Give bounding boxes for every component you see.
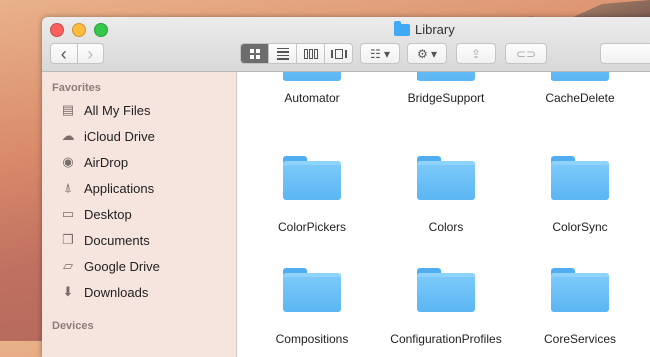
folder-item-configurationprofiles[interactable]: ConfigurationProfiles bbox=[386, 268, 506, 346]
share-icon: ⇪ bbox=[470, 46, 482, 61]
folder-icon bbox=[283, 72, 341, 84]
gear-icon: ⚙ ▾ bbox=[416, 46, 438, 61]
folder-icon bbox=[551, 72, 609, 84]
chevron-right-icon: › bbox=[87, 43, 94, 64]
column-view-button[interactable] bbox=[296, 44, 324, 63]
arrange-button[interactable]: ☷ ▾ bbox=[360, 43, 400, 64]
grid-icon bbox=[249, 48, 260, 59]
folder-name: ColorPickers bbox=[277, 220, 346, 234]
folder-icon bbox=[551, 268, 609, 312]
list-view-button[interactable] bbox=[268, 44, 296, 63]
folder-icon bbox=[551, 156, 609, 200]
desktop-icon: ▭ bbox=[61, 206, 75, 221]
sidebar-item-label: All My Files bbox=[84, 102, 151, 118]
downloads-icon: ⬇ bbox=[62, 284, 74, 299]
search-field[interactable] bbox=[600, 43, 650, 64]
folder-name: BridgeSupport bbox=[407, 91, 485, 105]
finder-window: Library ‹ › ☷ ▾ ⚙ ▾ ⇪ ⊂⊃ Favorites ▤ All… bbox=[42, 17, 650, 357]
sidebar-item-downloads[interactable]: ⬇ Downloads bbox=[60, 284, 149, 300]
folder-icon bbox=[283, 156, 341, 200]
folder-icon bbox=[394, 20, 410, 36]
sidebar-item-label: Documents bbox=[84, 232, 150, 248]
devices-header: Devices bbox=[52, 320, 94, 332]
folder-item-cachedelete[interactable]: CacheDelete bbox=[520, 72, 640, 105]
sidebar-item-label: Downloads bbox=[84, 284, 149, 300]
minimize-button[interactable] bbox=[72, 23, 86, 37]
file-grid: Automator BridgeSupport CacheDelete Colo… bbox=[237, 72, 650, 357]
list-icon bbox=[276, 47, 289, 60]
folder-icon: ▱ bbox=[63, 258, 73, 273]
all-files-icon: ▤ bbox=[61, 102, 75, 117]
window-controls bbox=[50, 23, 108, 37]
folder-name: CoreServices bbox=[543, 332, 617, 346]
arrange-icon: ☷ ▾ bbox=[369, 46, 391, 61]
folder-icon bbox=[283, 268, 341, 312]
sidebar-item-label: AirDrop bbox=[84, 154, 129, 170]
coverflow-icon bbox=[330, 48, 347, 59]
sidebar-item-label: Applications bbox=[84, 180, 155, 196]
folder-item-bridgesupport[interactable]: BridgeSupport bbox=[386, 72, 506, 105]
folder-name: Automator bbox=[284, 91, 340, 105]
folder-name: Colors bbox=[428, 220, 464, 234]
folder-item-colorpickers[interactable]: ColorPickers bbox=[252, 156, 372, 234]
airdrop-icon: ◉ bbox=[62, 154, 74, 169]
maximize-button[interactable] bbox=[94, 23, 108, 37]
folder-item-compositions[interactable]: Compositions bbox=[252, 268, 372, 346]
folder-icon bbox=[417, 72, 475, 84]
sidebar-item-label: Google Drive bbox=[84, 258, 160, 274]
tags-button[interactable]: ⊂⊃ bbox=[505, 43, 547, 64]
icon-view-button[interactable] bbox=[241, 44, 268, 63]
sidebar-item-google-drive[interactable]: ▱ Google Drive bbox=[60, 258, 160, 274]
tag-icon: ⊂⊃ bbox=[515, 46, 537, 61]
forward-button[interactable]: › bbox=[76, 43, 104, 64]
close-button[interactable] bbox=[50, 23, 64, 37]
applications-icon: ⍋ bbox=[64, 180, 72, 195]
sidebar: Favorites ▤ All My Files ☁ iCloud Drive … bbox=[42, 72, 237, 357]
sidebar-item-label: Desktop bbox=[84, 206, 132, 222]
window-title: Library bbox=[394, 20, 455, 37]
chevron-left-icon: ‹ bbox=[60, 43, 67, 64]
cloud-icon: ☁ bbox=[61, 128, 75, 143]
coverflow-view-button[interactable] bbox=[324, 44, 352, 63]
sidebar-item-airdrop[interactable]: ◉ AirDrop bbox=[60, 154, 128, 170]
view-mode-group bbox=[240, 43, 353, 64]
action-button[interactable]: ⚙ ▾ bbox=[407, 43, 447, 64]
sidebar-item-desktop[interactable]: ▭ Desktop bbox=[60, 206, 132, 222]
navigation-group: ‹ › bbox=[50, 43, 104, 64]
sidebar-item-icloud-drive[interactable]: ☁ iCloud Drive bbox=[60, 128, 155, 144]
documents-icon: ❐ bbox=[62, 232, 74, 247]
folder-name: ColorSync bbox=[552, 220, 608, 234]
favorites-header: Favorites bbox=[52, 82, 101, 94]
folder-item-colors[interactable]: Colors bbox=[386, 156, 506, 234]
sidebar-item-applications[interactable]: ⍋ Applications bbox=[60, 180, 154, 196]
window-title-label: Library bbox=[415, 22, 455, 37]
folder-item-colorsync[interactable]: ColorSync bbox=[520, 156, 640, 234]
sidebar-item-documents[interactable]: ❐ Documents bbox=[60, 232, 150, 248]
folder-item-automator[interactable]: Automator bbox=[252, 72, 372, 105]
folder-name: Compositions bbox=[275, 332, 349, 346]
folder-item-coreservices[interactable]: CoreServices bbox=[520, 268, 640, 346]
folder-icon bbox=[417, 156, 475, 200]
sidebar-item-all-my-files[interactable]: ▤ All My Files bbox=[60, 102, 151, 118]
folder-name: ConfigurationProfiles bbox=[390, 332, 502, 346]
titlebar: Library ‹ › ☷ ▾ ⚙ ▾ ⇪ ⊂⊃ bbox=[42, 17, 650, 72]
back-button[interactable]: ‹ bbox=[51, 44, 77, 63]
share-button[interactable]: ⇪ bbox=[456, 43, 496, 64]
sidebar-item-label: iCloud Drive bbox=[84, 128, 155, 144]
columns-icon bbox=[303, 48, 318, 59]
folder-icon bbox=[417, 268, 475, 312]
folder-name: CacheDelete bbox=[545, 91, 615, 105]
